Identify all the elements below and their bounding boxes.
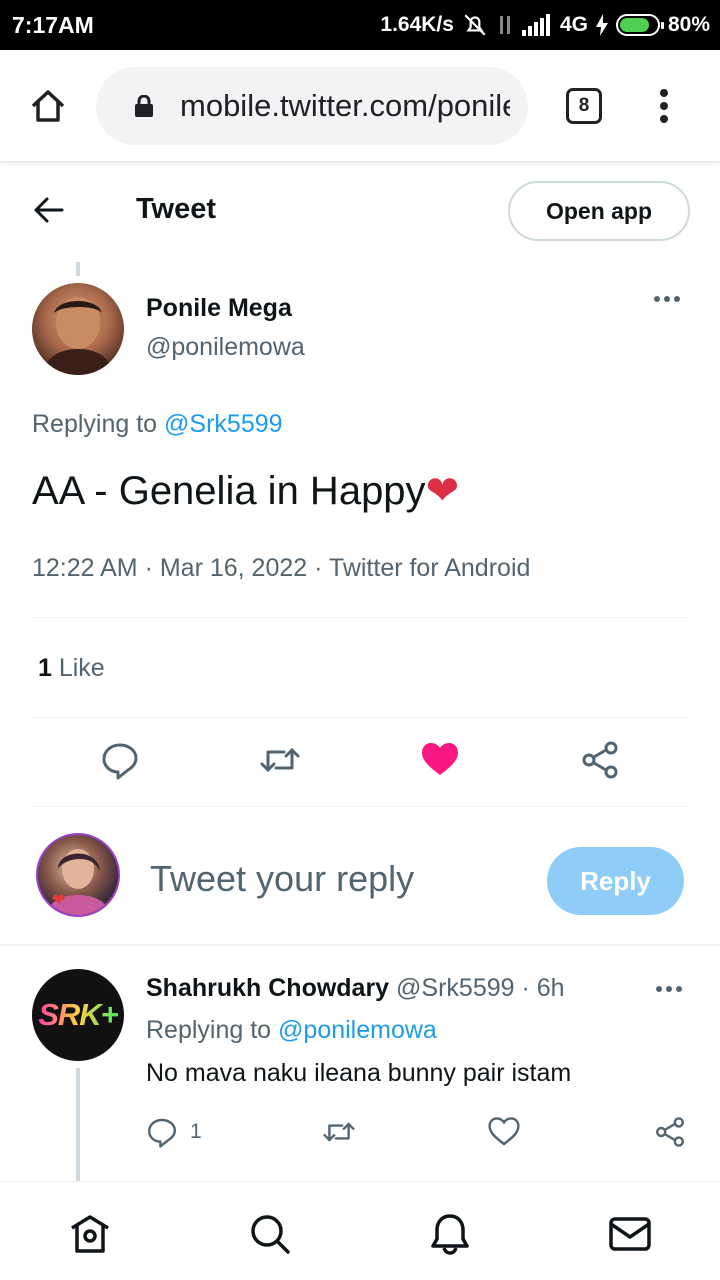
status-time: 7:17AM [12, 12, 94, 38]
reply-author-name[interactable]: Shahrukh Chowdary [146, 974, 389, 1002]
likes-number: 1 [38, 654, 52, 682]
tweet-text: AA - Genelia in Happy❤ [32, 468, 459, 514]
more-options-icon[interactable] [654, 296, 684, 302]
replying-handle-link[interactable]: @Srk5599 [164, 410, 283, 438]
network-speed: 1.64K/s [380, 13, 454, 36]
address-bar[interactable]: mobile.twitter.com/ponilemowa [96, 67, 528, 145]
tweet-timestamp[interactable]: 12:22 AM · Mar 16, 2022 · Twitter for An… [32, 554, 530, 583]
signal-icon [521, 14, 552, 36]
status-bar: 7:17AM 1.64K/s 4G 80% [0, 0, 720, 50]
bottom-navigation [0, 1181, 720, 1280]
reply-retweet-icon[interactable] [322, 1116, 356, 1148]
thread-line-top [76, 262, 80, 276]
reply-reply-button[interactable]: 1 [146, 1116, 202, 1148]
search-icon[interactable] [248, 1212, 292, 1256]
reply-text: No mava naku ileana bunny pair istam [146, 1059, 572, 1087]
tweet-page-header: Tweet Open app [0, 163, 720, 259]
reply-more-options-icon[interactable] [656, 986, 686, 992]
reply-replying-to: Replying to @ponilemowa [146, 1016, 437, 1045]
reply-count: 1 [190, 1120, 202, 1143]
reply-header: Shahrukh Chowdary @Srk5599 · 6h [146, 974, 565, 1003]
status-right: 1.64K/s 4G 80% [372, 12, 710, 38]
replying-to: Replying to @Srk5599 [32, 410, 283, 439]
reply-author-meta: @Srk5599 · 6h [389, 974, 565, 1002]
author-name[interactable]: Ponile Mega [146, 294, 292, 323]
divider [32, 617, 688, 618]
divider [32, 806, 688, 807]
notifications-icon[interactable] [428, 1212, 472, 1256]
avatar-logo-text: SRK+ [38, 997, 119, 1032]
reply-button[interactable]: Reply [547, 847, 684, 915]
share-icon[interactable] [580, 740, 620, 780]
browser-toolbar: mobile.twitter.com/ponilemowa 8 [0, 50, 720, 162]
page-title: Tweet [136, 193, 217, 225]
divider [32, 717, 688, 718]
likes-count[interactable]: 1 Like [38, 654, 105, 683]
messages-icon[interactable] [608, 1212, 652, 1256]
data-transfer-icon [496, 12, 514, 38]
charging-icon [595, 14, 608, 36]
user-avatar[interactable]: ❤ [36, 833, 120, 917]
browser-menu-icon[interactable] [654, 86, 674, 126]
reply-icon[interactable] [100, 740, 140, 780]
home-icon[interactable] [68, 1212, 112, 1256]
url-text[interactable]: mobile.twitter.com/ponilemowa [180, 88, 510, 124]
reply-share-icon[interactable] [654, 1116, 686, 1148]
tweet-body: AA - Genelia in Happy [32, 469, 426, 513]
back-arrow-icon[interactable] [32, 195, 66, 225]
heart-emoji: ❤ [425, 469, 460, 513]
like-icon-filled[interactable] [420, 740, 460, 780]
reply-icon[interactable] [146, 1116, 178, 1148]
tab-switcher-button[interactable]: 8 [566, 88, 602, 124]
tweet-actions [0, 740, 720, 788]
replying-prefix: Replying to [32, 410, 165, 438]
battery-icon [615, 14, 664, 36]
lock-icon [135, 95, 153, 117]
reply-actions: 1 [0, 1116, 720, 1152]
network-type: 4G [559, 13, 588, 36]
author-avatar[interactable] [32, 283, 124, 375]
browser-home-icon[interactable] [28, 86, 68, 126]
reply-author-avatar[interactable]: SRK+ [32, 969, 124, 1061]
author-handle[interactable]: @ponilemowa [146, 333, 305, 362]
reply-replying-handle-link[interactable]: @ponilemowa [278, 1016, 437, 1044]
reply-like-icon[interactable] [488, 1116, 520, 1148]
likes-label: Like [51, 654, 105, 682]
svg-text:❤: ❤ [52, 892, 65, 909]
open-app-button[interactable]: Open app [508, 181, 690, 241]
battery-percent: 80% [667, 13, 710, 36]
retweet-icon[interactable] [259, 740, 300, 780]
reply-replying-prefix: Replying to [146, 1016, 279, 1044]
mute-icon [462, 12, 488, 38]
reply-input[interactable]: Tweet your reply [150, 858, 414, 900]
section-divider [0, 944, 720, 946]
